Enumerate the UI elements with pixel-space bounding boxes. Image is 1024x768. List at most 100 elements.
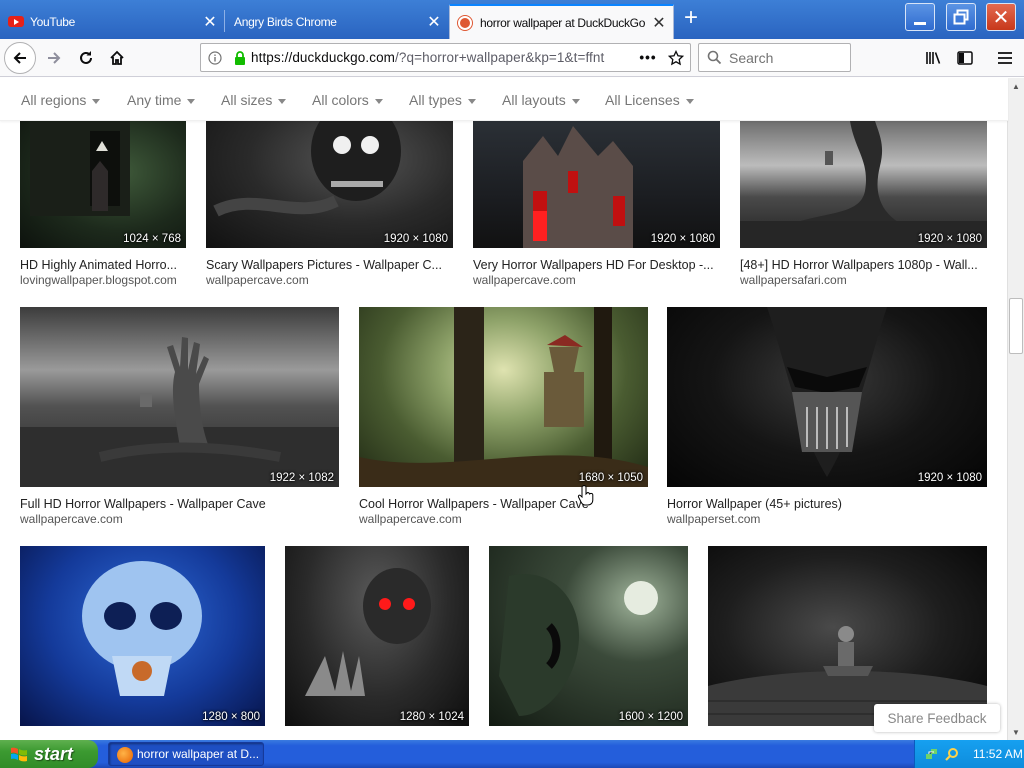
filter-sizes[interactable]: All sizes <box>221 92 287 108</box>
caret-down-icon <box>374 98 383 104</box>
result-title[interactable]: Full HD Horror Wallpapers - Wallpaper Ca… <box>20 497 339 511</box>
close-icon[interactable]: ✕ <box>200 12 220 32</box>
result-tile[interactable]: 1280 × 1024 <box>285 546 469 726</box>
menu-button[interactable] <box>989 42 1021 74</box>
restore-button[interactable] <box>946 3 976 31</box>
filter-label: All regions <box>21 92 87 108</box>
scroll-up-icon[interactable]: ▲ <box>1008 78 1024 94</box>
result-tile[interactable]: 1920 × 1080 [48+] HD Horror Wallpapers 1… <box>740 121 987 291</box>
start-button[interactable]: start <box>0 740 98 768</box>
filter-types[interactable]: All types <box>409 92 476 108</box>
filter-label: All colors <box>312 92 369 108</box>
result-image[interactable] <box>708 546 987 726</box>
result-image[interactable]: 1024 × 768 <box>20 121 186 248</box>
image-dimensions: 1920 × 1080 <box>917 233 982 245</box>
image-dimensions: 1680 × 1050 <box>578 472 643 484</box>
result-title[interactable]: Cool Horror Wallpapers - Wallpaper Cave <box>359 497 648 511</box>
filter-colors[interactable]: All colors <box>312 92 383 108</box>
filter-layouts[interactable]: All layouts <box>502 92 580 108</box>
result-tile[interactable]: 1600 × 1200 <box>489 546 688 726</box>
close-window-button[interactable]: ✕ <box>986 3 1016 31</box>
tab-youtube[interactable]: YouTube ✕ <box>0 4 224 39</box>
result-image[interactable]: 1680 × 1050 <box>359 307 648 487</box>
filter-label: All Licenses <box>605 92 680 108</box>
result-image[interactable]: 1280 × 800 <box>20 546 265 726</box>
page-actions-icon[interactable]: ••• <box>634 50 662 65</box>
taskbar: start horror wallpaper at D... 11:52 AM <box>0 740 1024 768</box>
search-placeholder: Search <box>729 49 774 66</box>
library-button[interactable] <box>918 42 950 74</box>
result-tile[interactable] <box>708 546 987 726</box>
filter-licenses[interactable]: All Licenses <box>605 92 694 108</box>
result-source[interactable]: lovingwallpaper.blogspot.com <box>20 273 177 287</box>
minimize-button[interactable] <box>905 3 935 31</box>
close-icon[interactable]: ✕ <box>424 12 444 32</box>
result-source[interactable]: wallpapercave.com <box>359 512 462 526</box>
result-title[interactable]: Horror Wallpaper (45+ pictures) <box>667 497 987 511</box>
forward-button[interactable] <box>38 42 70 74</box>
tab-title: YouTube <box>30 14 76 29</box>
site-info-icon[interactable] <box>201 50 229 65</box>
result-tile[interactable]: 1280 × 800 <box>20 546 265 726</box>
taskbar-window-item[interactable]: horror wallpaper at D... <box>108 742 264 766</box>
image-dimensions: 1600 × 1200 <box>618 711 683 723</box>
creepy-doll-image <box>708 626 987 726</box>
search-bar[interactable]: Search <box>698 43 851 72</box>
restore-icon <box>953 9 969 25</box>
result-image[interactable]: 1600 × 1200 <box>489 546 688 726</box>
result-source[interactable]: wallpaperset.com <box>667 512 760 526</box>
result-title[interactable]: Very Horror Wallpapers HD For Desktop -.… <box>473 258 720 272</box>
result-image[interactable]: 1920 × 1080 <box>473 121 720 248</box>
result-tile[interactable]: 1920 × 1080 Horror Wallpaper (45+ pictur… <box>667 307 987 527</box>
filter-label: Any time <box>127 92 182 108</box>
full-moon-creature-image <box>499 574 658 716</box>
result-title[interactable]: [48+] HD Horror Wallpapers 1080p - Wall.… <box>740 258 987 272</box>
result-source[interactable]: wallpapercave.com <box>206 273 309 287</box>
result-title[interactable]: Scary Wallpapers Pictures - Wallpaper C.… <box>206 258 453 272</box>
tab-divider <box>224 10 225 32</box>
caret-down-icon <box>187 98 196 104</box>
scroll-down-icon[interactable]: ▼ <box>1008 724 1024 740</box>
search-icon <box>699 50 729 65</box>
result-tile[interactable]: 1920 × 1080 Scary Wallpapers Pictures - … <box>206 121 453 291</box>
result-title[interactable]: HD Highly Animated Horro... <box>20 258 186 272</box>
result-image[interactable]: 1922 × 1082 <box>20 307 339 487</box>
result-image[interactable]: 1920 × 1080 <box>667 307 987 487</box>
tab-title: horror wallpaper at DuckDuckGo <box>480 15 646 30</box>
network-icon[interactable] <box>925 747 939 761</box>
result-image[interactable]: 1920 × 1080 <box>206 121 453 248</box>
image-dimensions: 1922 × 1082 <box>269 472 334 484</box>
tab-angry-birds[interactable]: Angry Birds Chrome ✕ <box>226 4 448 39</box>
share-feedback-button[interactable]: Share Feedback <box>874 704 1000 732</box>
close-icon[interactable]: ✕ <box>649 13 669 33</box>
result-image[interactable]: 1280 × 1024 <box>285 546 469 726</box>
clock[interactable]: 11:52 AM <box>973 747 1023 761</box>
url-path: /?q=horror+wallpaper&kp=1&t=ffnt <box>395 50 605 65</box>
result-tile[interactable]: 1920 × 1080 Very Horror Wallpapers HD Fo… <box>473 121 720 291</box>
vertical-scrollbar[interactable]: ▲ ▼ <box>1007 78 1024 740</box>
back-button[interactable] <box>4 42 36 74</box>
lock-icon <box>229 50 251 65</box>
result-image[interactable]: 1920 × 1080 <box>740 121 987 248</box>
result-tile[interactable]: 1024 × 768 HD Highly Animated Horro... l… <box>20 121 186 291</box>
result-source[interactable]: wallpapercave.com <box>473 273 576 287</box>
sidebar-toggle-button[interactable] <box>949 42 981 74</box>
new-tab-button[interactable]: + <box>678 6 704 32</box>
red-eyed-skull-image <box>305 568 431 696</box>
filter-time[interactable]: Any time <box>127 92 196 108</box>
result-tile[interactable]: 1680 × 1050 Cool Horror Wallpapers - Wal… <box>359 307 648 527</box>
image-results: 1024 × 768 HD Highly Animated Horro... l… <box>0 121 1008 740</box>
address-bar[interactable]: https://duckduckgo.com/?q=horror+wallpap… <box>200 43 691 72</box>
result-source[interactable]: wallpapersafari.com <box>740 273 847 287</box>
reload-button[interactable] <box>70 42 102 74</box>
blue-skull-image <box>82 561 202 696</box>
caret-down-icon <box>571 98 580 104</box>
search-tray-icon[interactable] <box>945 747 959 761</box>
home-button[interactable] <box>101 42 133 74</box>
result-source[interactable]: wallpapercave.com <box>20 512 123 526</box>
scrollbar-thumb[interactable] <box>1009 298 1023 354</box>
bookmark-star-icon[interactable] <box>662 49 690 66</box>
result-tile[interactable]: 1922 × 1082 Full HD Horror Wallpapers - … <box>20 307 339 527</box>
filter-regions[interactable]: All regions <box>21 92 101 108</box>
tab-duckduckgo[interactable]: horror wallpaper at DuckDuckGo ✕ <box>449 4 674 39</box>
